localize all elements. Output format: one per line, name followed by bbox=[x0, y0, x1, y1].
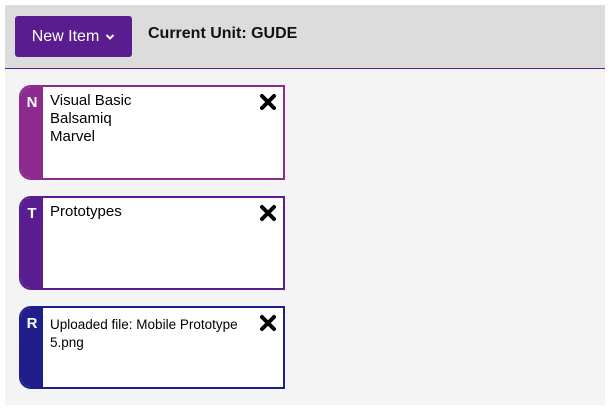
close-icon[interactable] bbox=[259, 93, 277, 111]
toolbar: New Item Current Unit: GUDE bbox=[5, 5, 605, 69]
item-card[interactable]: R Uploaded file: Mobile Prototype 5.png bbox=[19, 306, 285, 389]
close-icon[interactable] bbox=[259, 314, 277, 332]
item-card[interactable]: N Visual Basic Balsamiq Marvel bbox=[19, 85, 285, 180]
card-line: Balsamiq bbox=[50, 110, 112, 127]
card-type-badge: N bbox=[21, 87, 43, 178]
card-line: Visual Basic bbox=[50, 92, 132, 109]
card-content: Prototypes bbox=[50, 203, 249, 221]
chevron-down-icon bbox=[106, 33, 115, 40]
card-line: Prototypes bbox=[50, 203, 122, 220]
current-unit-title: Current Unit: GUDE bbox=[148, 25, 297, 43]
new-item-button[interactable]: New Item bbox=[15, 16, 132, 57]
card-type-badge: T bbox=[21, 198, 43, 288]
card-content: Visual Basic Balsamiq Marvel bbox=[50, 92, 249, 146]
card-content: Uploaded file: Mobile Prototype 5.png bbox=[50, 316, 253, 352]
item-card[interactable]: T Prototypes bbox=[19, 196, 285, 290]
current-unit-code: GUDE bbox=[251, 25, 298, 42]
card-type-badge: R bbox=[21, 308, 43, 387]
card-line: Marvel bbox=[50, 128, 96, 145]
card-line: Uploaded file: Mobile Prototype 5.png bbox=[50, 317, 238, 350]
close-icon[interactable] bbox=[259, 204, 277, 222]
new-item-label: New Item bbox=[31, 27, 100, 45]
current-unit-prefix: Current Unit: bbox=[148, 25, 252, 42]
app-window: New Item Current Unit: GUDE N Visual Bas… bbox=[5, 5, 605, 405]
